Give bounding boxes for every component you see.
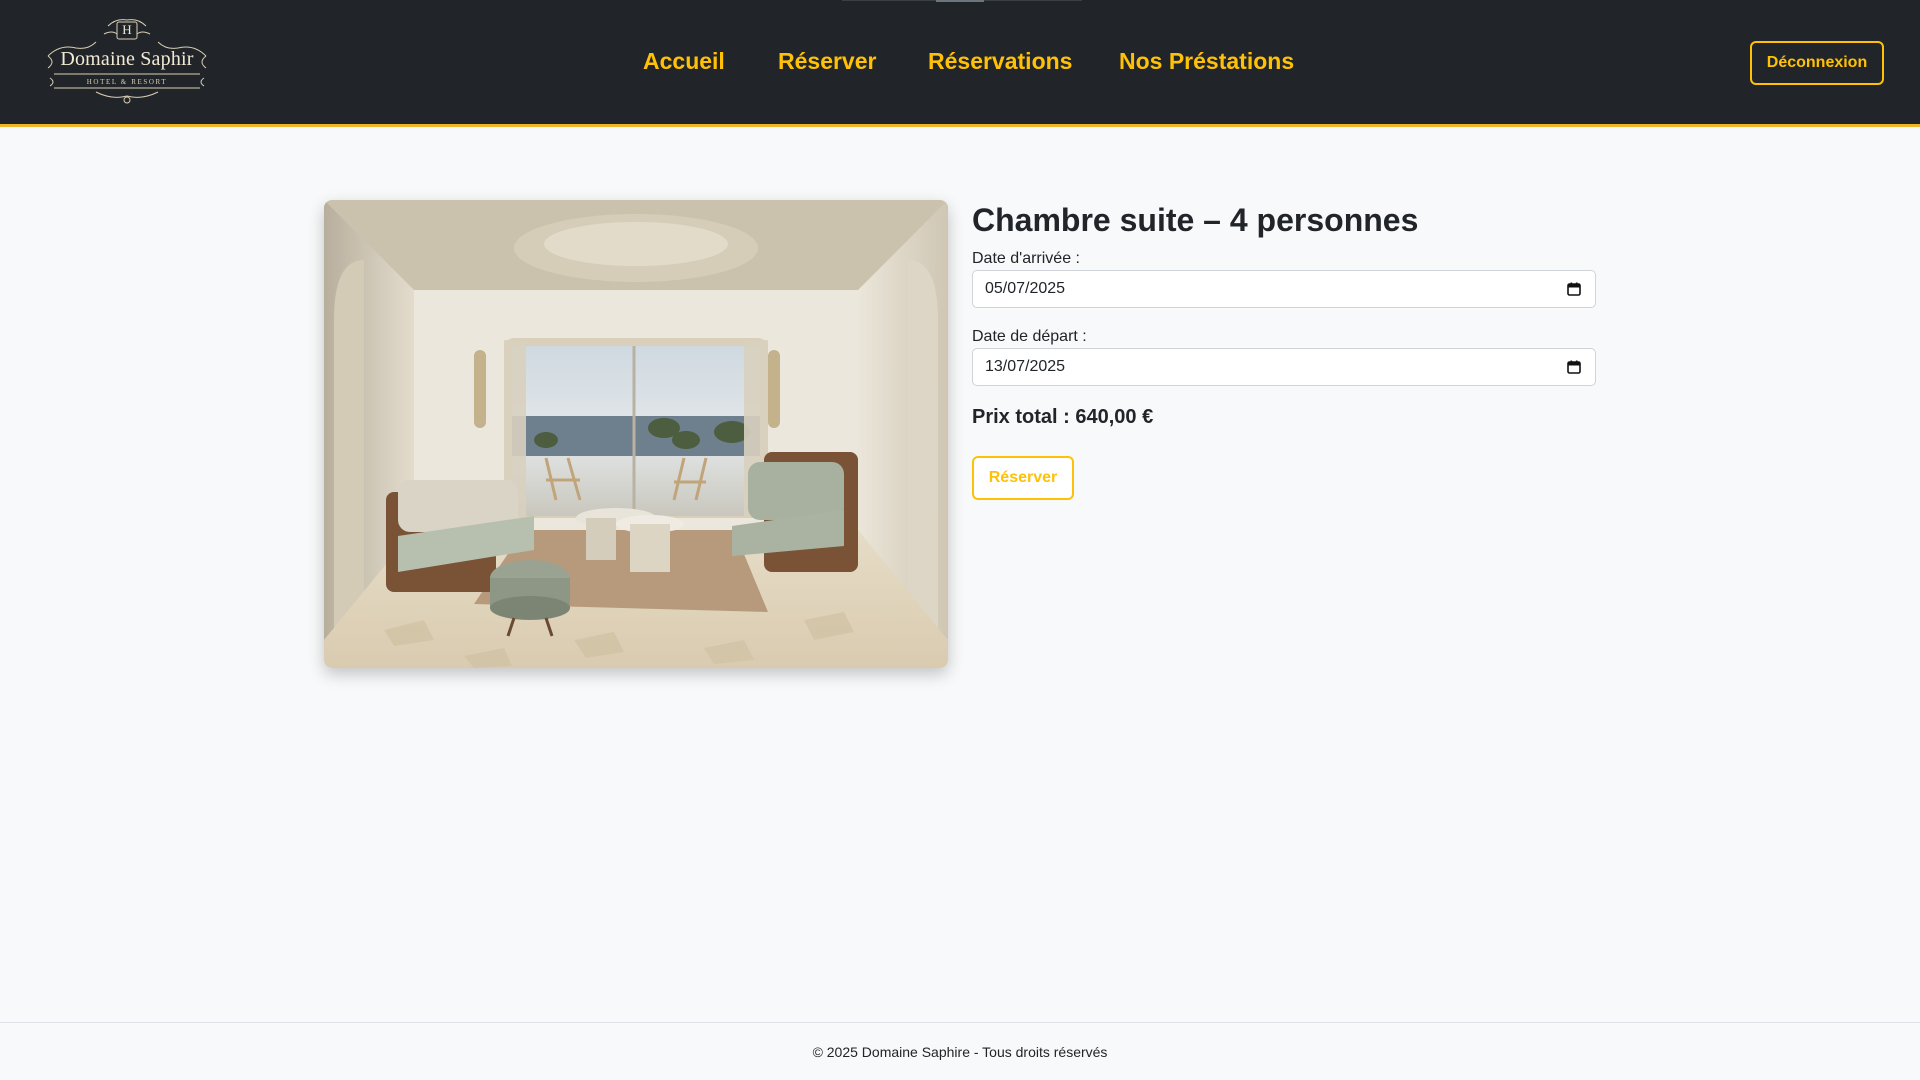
arrival-date-value: 05/07/2025 <box>985 280 1066 297</box>
main-nav: Accueil Réserver Réservations Nos Présta… <box>0 48 1920 82</box>
nav-link-reserver[interactable]: Réserver <box>778 48 876 75</box>
arrival-date-label: Date d'arrivée : <box>972 250 1080 267</box>
nav-link-accueil[interactable]: Accueil <box>643 48 725 75</box>
arrival-date-input[interactable]: 05/07/2025 <box>972 270 1596 308</box>
calendar-icon[interactable] <box>1567 282 1581 296</box>
nav-link-prestations[interactable]: Nos Préstations <box>1119 48 1294 75</box>
reserve-button[interactable]: Réserver <box>972 456 1074 500</box>
departure-date-input[interactable]: 13/07/2025 <box>972 348 1596 386</box>
top-tab-indicator <box>936 0 984 2</box>
room-photo <box>324 200 948 668</box>
total-price: Prix total : 640,00 € <box>972 406 1154 428</box>
room-title: Chambre suite – 4 personnes <box>972 202 1419 238</box>
room-image <box>324 200 948 668</box>
footer-copyright: © 2025 Domaine Saphire - Tous droits rés… <box>812 1044 1108 1060</box>
footer: © 2025 Domaine Saphire - Tous droits rés… <box>0 1022 1920 1080</box>
nav-link-reservations[interactable]: Réservations <box>928 48 1072 75</box>
header: Domaine Saphir HOTEL & RESORT H Accueil … <box>0 0 1920 127</box>
departure-date-value: 13/07/2025 <box>985 358 1066 375</box>
logo-monogram: H <box>122 22 132 37</box>
logout-button[interactable]: Déconnexion <box>1750 41 1884 85</box>
calendar-icon[interactable] <box>1567 360 1581 374</box>
departure-date-label: Date de départ : <box>972 328 1087 345</box>
